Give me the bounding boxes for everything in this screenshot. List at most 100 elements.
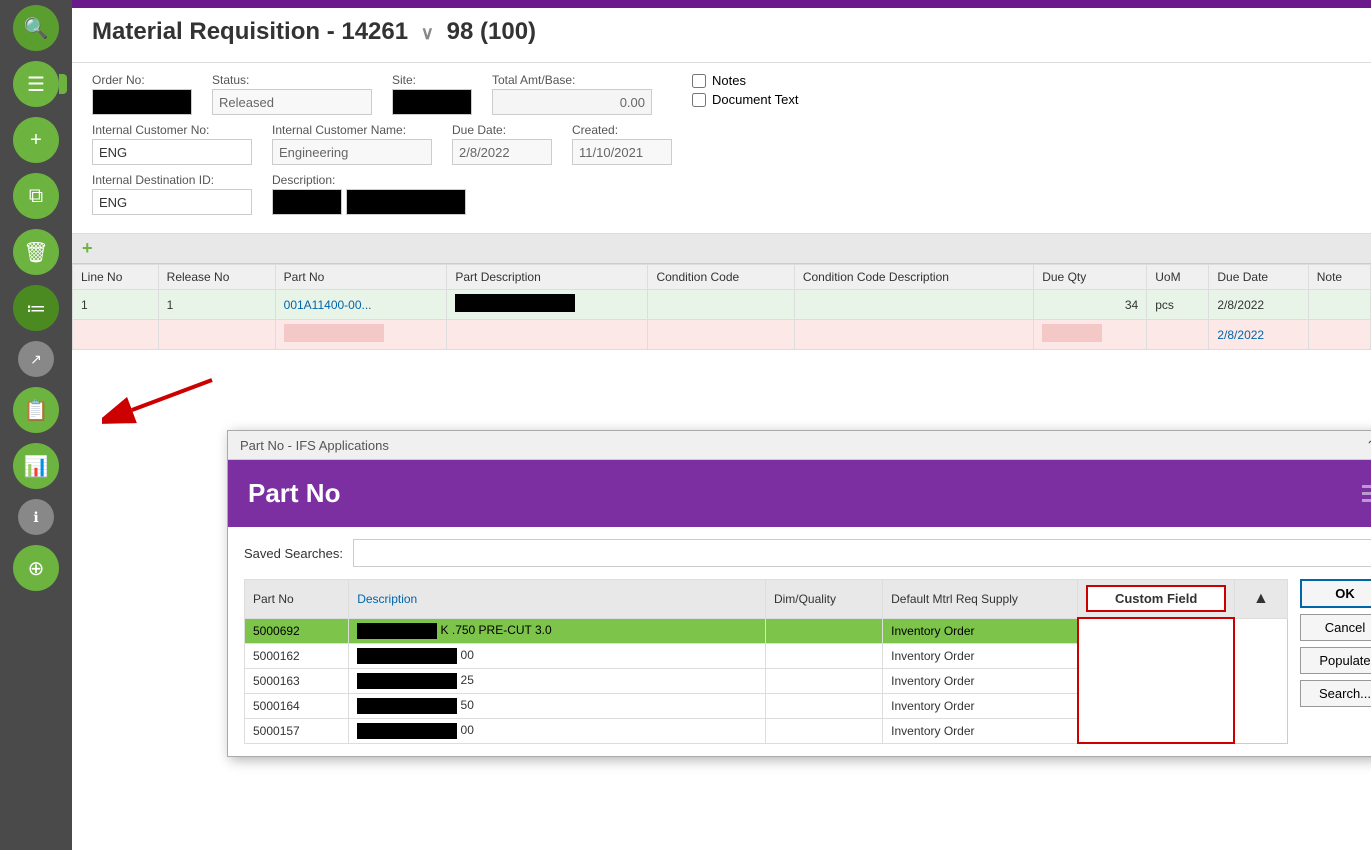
sidebar-btn-info[interactable]: ℹ xyxy=(18,499,54,535)
modal-col-custom-field: Custom Field xyxy=(1078,580,1234,619)
modal-titlebar-text: Part No - IFS Applications xyxy=(240,438,389,453)
sidebar-btn-delete[interactable]: 🗑 xyxy=(13,229,59,275)
grid-body: 1 1 001A11400-00... 34 pcs 2/8/2022 xyxy=(73,290,1371,350)
saved-searches-label: Saved Searches: xyxy=(244,546,343,561)
modal-col-scroll[interactable]: ▲ xyxy=(1234,580,1287,619)
due-date-input[interactable]: 2/8/2022 xyxy=(452,139,552,165)
cancel-button[interactable]: Cancel xyxy=(1300,614,1371,641)
sidebar-btn-chart[interactable]: 📊 xyxy=(13,443,59,489)
custom-field-header-label: Custom Field xyxy=(1086,585,1225,612)
grid-toolbar: + xyxy=(72,234,1371,264)
grid-add-button[interactable]: + xyxy=(82,238,93,259)
modal-grid-view-icon[interactable] xyxy=(1362,485,1371,502)
description-input-2[interactable] xyxy=(346,189,466,215)
cell-modal-dim-2 xyxy=(765,643,882,668)
internal-dest-input[interactable]: ENG xyxy=(92,189,252,215)
custom-field-cell[interactable] xyxy=(1078,618,1234,743)
modal-content-area: Part No Description Dim/Quality Default … xyxy=(244,579,1371,744)
col-uom: UoM xyxy=(1147,265,1209,290)
sidebar-btn-add[interactable]: + xyxy=(13,117,59,163)
internal-customer-name-input[interactable]: Engineering xyxy=(272,139,432,165)
page-header: Material Requisition - 14261 ∨ 98 (100) xyxy=(72,8,1371,63)
sidebar-btn-clipboard[interactable]: 📋 xyxy=(13,387,59,433)
description-group: Description: xyxy=(272,173,466,215)
created-label: Created: xyxy=(572,123,672,137)
modal-heading: Part No xyxy=(248,478,340,509)
cell-condition-code-2 xyxy=(648,320,794,350)
form-row-1: Order No: Status: Released Site: Total A… xyxy=(92,73,1351,115)
table-row[interactable]: 1 1 001A11400-00... 34 pcs 2/8/2022 xyxy=(73,290,1371,320)
sidebar-btn-menu[interactable]: ☰ xyxy=(13,61,59,107)
description-input-1[interactable] xyxy=(272,189,342,215)
top-purple-bar xyxy=(72,0,1371,8)
modal-results-table: Part No Description Dim/Quality Default … xyxy=(244,579,1288,744)
cell-line-no: 1 xyxy=(73,290,159,320)
site-label: Site: xyxy=(392,73,472,87)
cell-due-date-2: 2/8/2022 xyxy=(1209,320,1308,350)
cell-modal-dim-4 xyxy=(765,693,882,718)
col-due-date: Due Date xyxy=(1209,265,1308,290)
delete-icon: 🗑 xyxy=(23,240,48,265)
internal-customer-no-label: Internal Customer No: xyxy=(92,123,252,137)
form-row-2: Internal Customer No: ENG Internal Custo… xyxy=(92,123,1351,165)
modal-body: Saved Searches: Part No Description Dim/… xyxy=(228,527,1371,756)
cell-modal-desc: K .750 PRE-CUT 3.0 xyxy=(349,618,766,643)
modal-purple-header: Part No xyxy=(228,460,1371,527)
site-group: Site: xyxy=(392,73,472,115)
order-no-input[interactable] xyxy=(92,89,192,115)
populate-button[interactable]: Populate xyxy=(1300,647,1371,674)
notes-checkbox-item: Notes xyxy=(692,73,798,88)
sidebar-btn-copy[interactable]: ⧉ xyxy=(13,173,59,219)
saved-searches-select[interactable] xyxy=(353,539,1371,567)
ok-button[interactable]: OK xyxy=(1300,579,1371,608)
clipboard-icon: 📋 xyxy=(24,398,49,423)
site-input[interactable] xyxy=(392,89,472,115)
sidebar-btn-navigate[interactable]: ↗ xyxy=(18,341,54,377)
internal-customer-no-input[interactable]: ENG xyxy=(92,139,252,165)
info-icon: ℹ xyxy=(33,509,38,526)
modal-col-part-no: Part No xyxy=(245,580,349,619)
total-amt-group: Total Amt/Base: 0.00 xyxy=(492,73,652,115)
modal-table-row[interactable]: 5000692 K .750 PRE-CUT 3.0 Inventory Ord… xyxy=(245,618,1288,643)
document-text-checkbox[interactable] xyxy=(692,93,706,107)
col-due-qty: Due Qty xyxy=(1034,265,1147,290)
dropdown-arrow-icon[interactable]: ∨ xyxy=(421,23,434,43)
status-input[interactable]: Released xyxy=(212,89,372,115)
cell-part-desc xyxy=(447,290,648,320)
scroll-up-icon[interactable]: ▲ xyxy=(1243,586,1279,612)
search-button[interactable]: Search... xyxy=(1300,680,1371,707)
description-label: Description: xyxy=(272,173,466,187)
cell-modal-supply-3: Inventory Order xyxy=(883,668,1078,693)
cell-release-no-2 xyxy=(158,320,275,350)
cell-note-2 xyxy=(1308,320,1370,350)
cell-modal-part-no-4: 5000164 xyxy=(245,693,349,718)
table-row[interactable]: 2/8/2022 xyxy=(73,320,1371,350)
cell-modal-part-no-2: 5000162 xyxy=(245,643,349,668)
grid-header: Line No Release No Part No Part Descript… xyxy=(73,265,1371,290)
col-line-no: Line No xyxy=(73,265,159,290)
sidebar-btn-add2[interactable]: ⊕ xyxy=(13,545,59,591)
created-group: Created: 11/10/2021 xyxy=(572,123,672,165)
modal-titlebar: Part No - IFS Applications ? × xyxy=(228,431,1371,460)
chart-icon: 📊 xyxy=(24,454,49,479)
cell-line-no-2 xyxy=(73,320,159,350)
title-text: Material Requisition - 14261 xyxy=(92,18,408,45)
list-icon: ≔ xyxy=(26,296,46,321)
total-amt-input[interactable]: 0.00 xyxy=(492,89,652,115)
sidebar-btn-list[interactable]: ≔ xyxy=(13,285,59,331)
cell-modal-desc-5: 00 xyxy=(349,718,766,743)
navigate-icon: ↗ xyxy=(30,351,42,368)
due-date-group: Due Date: 2/8/2022 xyxy=(452,123,552,165)
part-desc-masked xyxy=(455,294,575,312)
cell-modal-part-no: 5000692 xyxy=(245,618,349,643)
col-part-desc: Part Description xyxy=(447,265,648,290)
created-input[interactable]: 11/10/2021 xyxy=(572,139,672,165)
sidebar-btn-search[interactable]: 🔍 xyxy=(13,5,59,51)
cell-uom-2 xyxy=(1147,320,1209,350)
internal-customer-name-label: Internal Customer Name: xyxy=(272,123,432,137)
search-icon: 🔍 xyxy=(24,16,49,41)
menu-icon: ☰ xyxy=(27,72,45,97)
internal-dest-group: Internal Destination ID: ENG xyxy=(92,173,252,215)
cell-cond-code-desc-2 xyxy=(794,320,1033,350)
notes-checkbox[interactable] xyxy=(692,74,706,88)
